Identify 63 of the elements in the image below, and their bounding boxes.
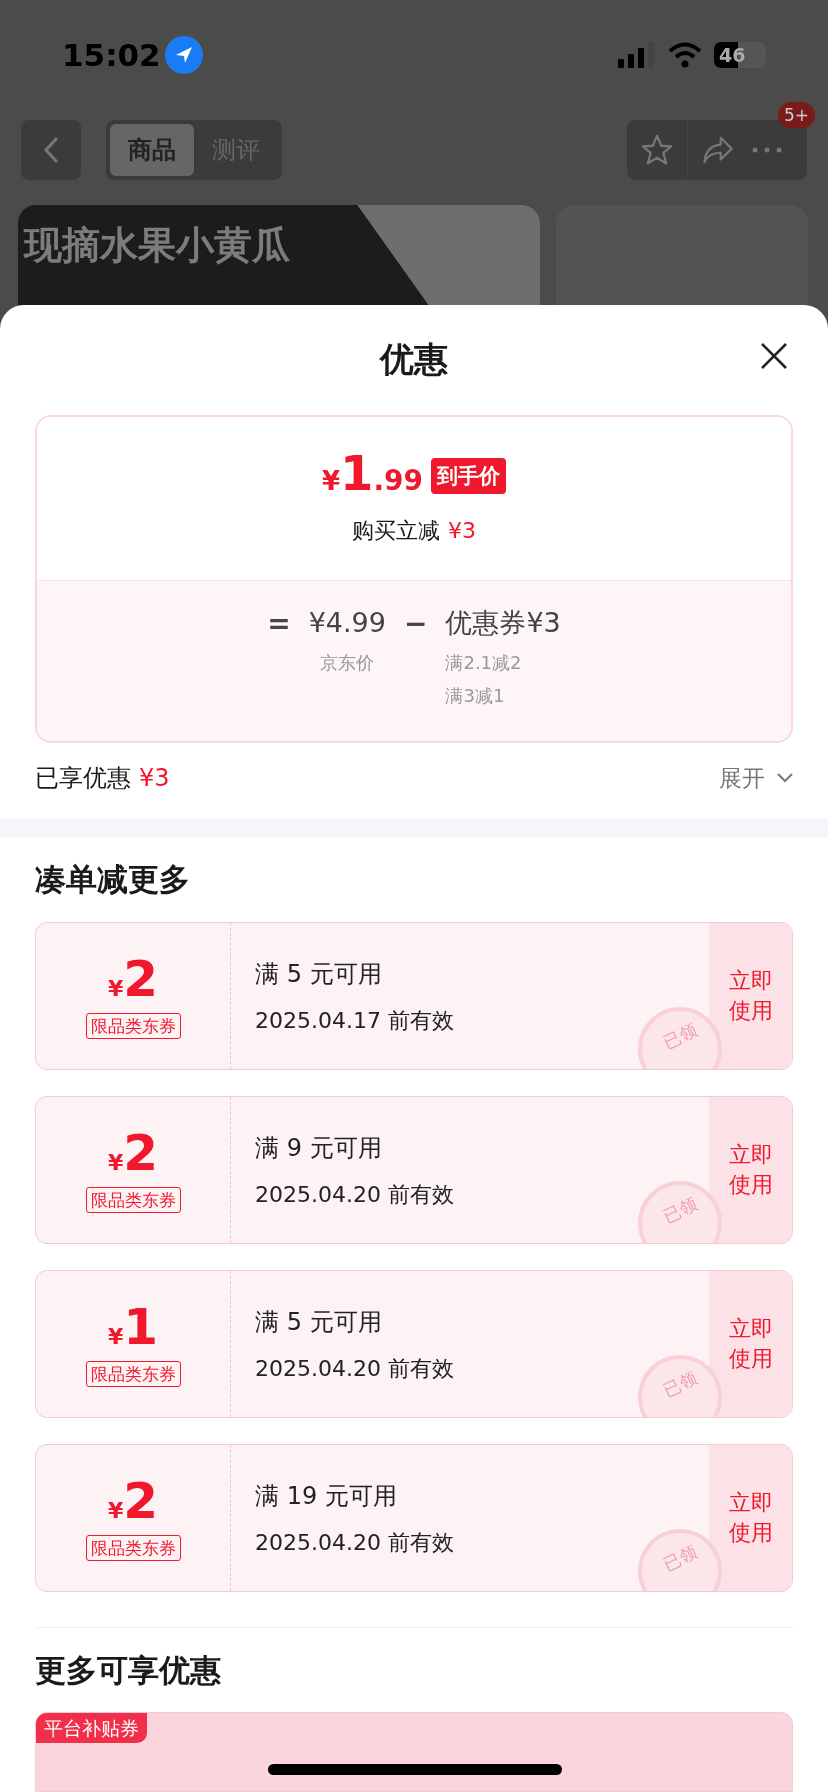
use-now-button[interactable]: 立即使用	[709, 1097, 792, 1244]
coupon-tag: 限品类东券	[85, 1360, 181, 1387]
claimed-stamp: 已领	[638, 1529, 722, 1592]
battery-icon: 46	[714, 42, 766, 68]
price-integer: 1	[340, 449, 374, 497]
back-button[interactable]	[21, 120, 81, 180]
coupon-amount: 2	[123, 953, 159, 1004]
coupon-amount: 1	[123, 1301, 159, 1352]
coupon-condition: 满 19 元可用	[255, 1480, 397, 1512]
share-icon	[700, 135, 735, 165]
expand-button[interactable]: 展开	[719, 760, 793, 796]
banner-title: 现摘水果小黄瓜	[24, 222, 290, 269]
coupon-currency: ¥	[107, 975, 124, 1003]
coupon-rule: 满3减1	[445, 684, 506, 708]
enjoyed-discount-label: 已享优惠	[35, 762, 131, 794]
coupon-rule: 满2.1减2	[445, 651, 523, 675]
coupon-tag: 限品类东券	[85, 1534, 181, 1561]
enjoyed-discount-amount: ¥3	[139, 762, 170, 794]
coupon-currency: ¥	[107, 1322, 124, 1351]
claimed-stamp: 已领	[638, 1181, 722, 1244]
coupon-tag: 限品类东券	[85, 1012, 181, 1039]
notification-badge: 5+	[777, 102, 815, 128]
claimed-stamp: 已领	[638, 1355, 722, 1418]
minus-sign: −	[403, 605, 428, 642]
price-currency: ¥	[321, 465, 341, 498]
close-icon	[760, 342, 788, 370]
section-title: 凑单减更多	[35, 859, 190, 899]
coupon-condition: 满 9 元可用	[255, 1132, 382, 1164]
back-icon	[43, 136, 59, 164]
base-price-label: 京东价	[320, 651, 375, 675]
use-now-button[interactable]: 立即使用	[709, 1271, 792, 1418]
use-now-button[interactable]: 立即使用	[709, 1445, 792, 1592]
coupon-condition: 满 5 元可用	[255, 958, 382, 990]
sheet-title: 优惠	[380, 338, 448, 382]
coupon-currency: ¥	[107, 1497, 124, 1525]
coupon-currency: ¥	[107, 1149, 124, 1177]
coupon-type-tag: 平台补贴券	[36, 1713, 147, 1743]
section-title: 更多可享优惠	[35, 1650, 221, 1690]
coupon-tag: 限品类东券	[85, 1186, 181, 1213]
chevron-down-icon	[777, 772, 793, 783]
location-icon	[164, 36, 203, 74]
final-price-tag: 到手价	[431, 457, 507, 494]
price-decimal: .99	[373, 463, 424, 499]
star-icon	[640, 133, 674, 167]
base-price: ¥4.99	[308, 605, 386, 640]
coupon-validity: 2025.04.17 前有效	[255, 1006, 454, 1035]
wifi-icon	[668, 42, 702, 68]
nav-tab[interactable]: 商品	[110, 124, 194, 176]
coupon-validity: 2025.04.20 前有效	[255, 1180, 454, 1209]
equals-sign: =	[267, 605, 291, 642]
claimed-stamp: 已领	[638, 1007, 722, 1070]
status-time: 15:02	[62, 35, 161, 75]
instant-discount-label: 购买立减	[352, 517, 440, 545]
coupon-discount: 优惠券¥3	[445, 605, 561, 640]
coupon-validity: 2025.04.20 前有效	[255, 1528, 454, 1557]
coupon-validity: 2025.04.20 前有效	[255, 1354, 454, 1383]
coupon-condition: 满 5 元可用	[255, 1306, 382, 1338]
signal-icon	[618, 42, 656, 68]
use-now-button[interactable]: 立即使用	[709, 923, 792, 1070]
coupon-amount: 2	[123, 1475, 159, 1526]
coupon-amount: 2	[123, 1127, 159, 1178]
more-icon	[752, 147, 782, 153]
instant-discount-amount: ¥3	[448, 517, 476, 545]
